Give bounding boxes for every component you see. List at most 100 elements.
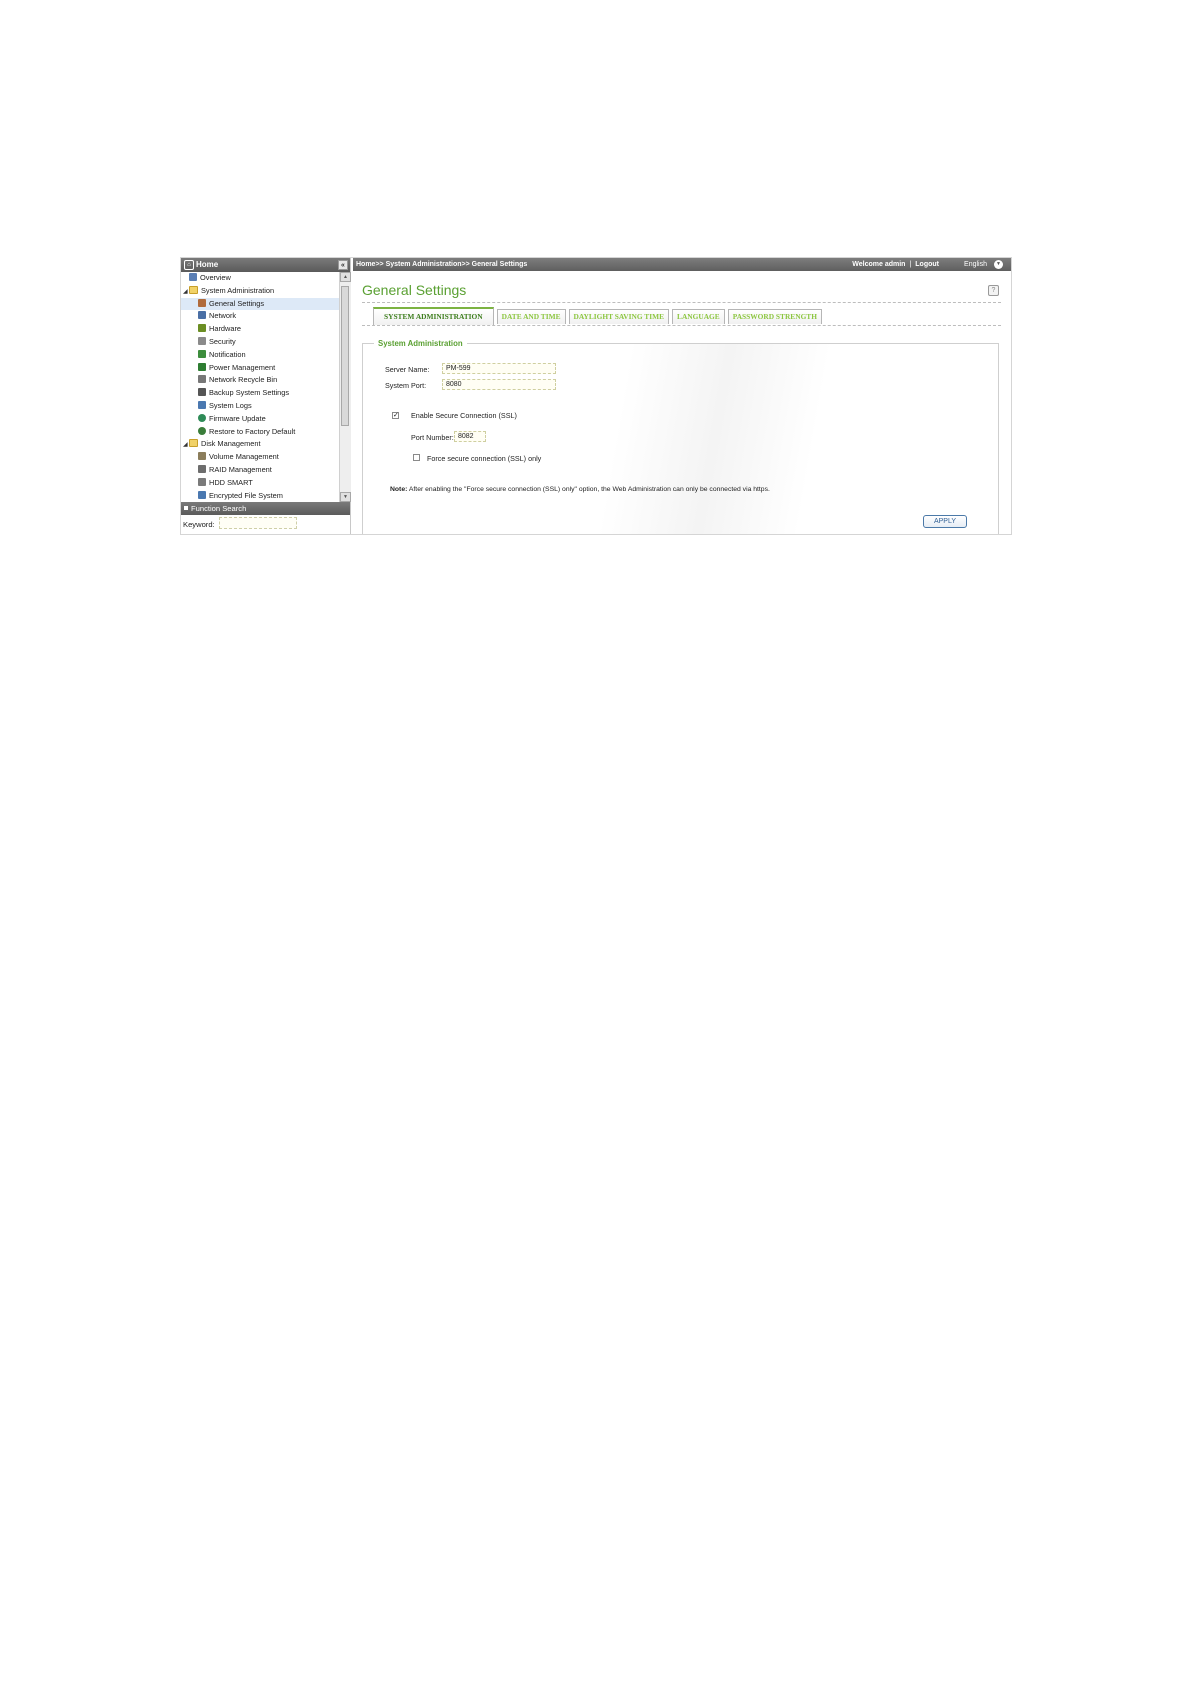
sidebar-item-label: General Settings <box>209 298 265 308</box>
sidebar-item-label: Hardware <box>209 324 242 334</box>
divider <box>362 302 1001 303</box>
settings-icon <box>198 298 206 307</box>
enable-ssl-label: Enable Secure Connection (SSL) <box>411 411 517 420</box>
server-name-label: Server Name: <box>385 365 430 374</box>
backup-icon <box>198 388 206 397</box>
power-icon <box>198 362 206 371</box>
scroll-down-icon[interactable]: ▼ <box>340 492 351 502</box>
nav-tree: Overview ◢ System Administration General … <box>181 272 339 502</box>
note-label: Note: <box>390 486 408 493</box>
sidebar-item-label: Restore to Factory Default <box>209 426 296 436</box>
note-body: After enabling the "Force secure connect… <box>408 486 770 493</box>
keyword-label: Keyword: <box>183 520 215 529</box>
sidebar-item-overview[interactable]: Overview <box>181 272 339 285</box>
notification-icon <box>198 349 206 358</box>
port-number-input[interactable]: 8082 <box>454 431 486 442</box>
top-bar: Home>> System Administration>> General S… <box>353 258 1011 271</box>
sidebar-item-security[interactable]: Security <box>181 336 339 349</box>
tab-password-strength[interactable]: PASSWORD STRENGTH <box>727 309 822 324</box>
recycle-bin-icon <box>198 375 206 384</box>
force-ssl-checkbox[interactable] <box>413 454 420 461</box>
separator: | <box>909 261 912 268</box>
scrollbar-thumb[interactable] <box>341 286 349 426</box>
sidebar-item-label: HDD SMART <box>209 477 253 487</box>
volume-icon <box>198 452 206 461</box>
sidebar-item-label: Backup System Settings <box>209 388 290 398</box>
sidebar-item-firmware-update[interactable]: Firmware Update <box>181 413 339 426</box>
network-icon <box>198 311 206 320</box>
server-name-input[interactable]: PM-599 <box>442 363 556 374</box>
tab-bar: SYSTEM ADMINISTRATION DATE AND TIME DAYLIG… <box>373 307 825 325</box>
tab-daylight-saving-time[interactable]: DAYLIGHT SAVING TIME <box>568 309 670 324</box>
nas-admin-window: ⌂ Home « Overview ◢ System Administration … <box>180 257 1012 535</box>
breadcrumb: Home>> System Administration>> General S… <box>356 261 528 268</box>
encrypted-fs-icon <box>198 490 206 499</box>
sidebar-item-system-administration[interactable]: ◢ System Administration <box>181 285 339 298</box>
logs-icon <box>198 400 206 409</box>
raid-icon <box>198 464 206 473</box>
overview-icon <box>189 273 197 281</box>
security-icon <box>198 336 206 345</box>
tab-language[interactable]: LANGUAGE <box>672 309 725 324</box>
home-icon: ⌂ <box>184 259 194 270</box>
sidebar-item-volume-management[interactable]: Volume Management <box>181 451 339 464</box>
sidebar-item-notification[interactable]: Notification <box>181 349 339 362</box>
sidebar-item-disk-management[interactable]: ◢ Disk Management <box>181 438 339 451</box>
restore-icon <box>198 426 206 435</box>
apply-button[interactable]: APPLY <box>923 515 967 528</box>
sidebar-item-system-logs[interactable]: System Logs <box>181 400 339 413</box>
sidebar-item-label: Encrypted File System <box>209 490 283 500</box>
sidebar-item-label: Disk Management <box>201 439 261 449</box>
collapse-sidebar-button[interactable]: « <box>338 260 348 270</box>
sidebar-item-label: RAID Management <box>209 464 272 474</box>
function-search-title: Function Search <box>191 504 247 513</box>
sidebar-item-encrypted-file-system[interactable]: Encrypted File System <box>181 490 339 502</box>
port-number-label: Port Number: <box>411 433 454 442</box>
enable-ssl-checkbox[interactable]: ✓ <box>392 412 399 419</box>
function-search-header: Function Search <box>181 502 350 515</box>
keyword-input[interactable] <box>219 517 297 529</box>
language-select[interactable]: English <box>964 258 987 271</box>
sidebar-item-label: Power Management <box>209 362 276 372</box>
hardware-icon <box>198 324 206 333</box>
bullet-icon <box>184 506 188 510</box>
sidebar-header: ⌂ Home « <box>181 258 350 272</box>
sidebar-item-raid-management[interactable]: RAID Management <box>181 464 339 477</box>
welcome-text: Welcome admin <box>852 261 906 268</box>
main-panel: Home>> System Administration>> General S… <box>353 258 1011 534</box>
sidebar-item-network-recycle-bin[interactable]: Network Recycle Bin <box>181 374 339 387</box>
sidebar-item-hdd-smart[interactable]: HDD SMART <box>181 477 339 490</box>
sidebar-item-label: Overview <box>200 273 231 282</box>
sidebar-item-label: Security <box>209 336 236 346</box>
page-title: General Settings <box>362 282 467 298</box>
sidebar-item-power-management[interactable]: Power Management <box>181 362 339 375</box>
chevron-down-icon[interactable]: ▼ <box>994 260 1003 269</box>
sidebar-item-restore-factory-default[interactable]: Restore to Factory Default <box>181 426 339 439</box>
sidebar-item-label: Network Recycle Bin <box>209 375 278 385</box>
divider <box>362 325 1001 326</box>
sidebar-item-backup-system-settings[interactable]: Backup System Settings <box>181 387 339 400</box>
scroll-up-icon[interactable]: ▲ <box>340 272 351 282</box>
system-port-label: System Port: <box>385 381 427 390</box>
sidebar-item-label: System Administration <box>201 285 275 295</box>
sidebar-item-hardware[interactable]: Hardware <box>181 323 339 336</box>
sidebar-item-label: Notification <box>209 349 246 359</box>
sidebar-item-label: Network <box>209 311 237 321</box>
system-port-input[interactable]: 8080 <box>442 379 556 390</box>
firmware-icon <box>198 413 206 422</box>
help-icon[interactable]: ? <box>988 285 999 296</box>
folder-icon <box>189 285 198 294</box>
left-panel: ⌂ Home « Overview ◢ System Administration … <box>181 258 351 534</box>
sidebar-item-label: Firmware Update <box>209 413 266 423</box>
sidebar-scrollbar[interactable]: ▲ ▼ <box>339 272 351 502</box>
folder-icon <box>189 439 198 448</box>
force-ssl-label: Force secure connection (SSL) only <box>427 454 542 463</box>
sidebar-item-general-settings[interactable]: General Settings <box>181 297 339 311</box>
sidebar-item-network[interactable]: Network <box>181 310 339 323</box>
tab-system-administration[interactable]: SYSTEM ADMINISTRATION <box>373 307 494 325</box>
sidebar-item-label: System Logs <box>209 400 252 410</box>
tab-date-and-time[interactable]: DATE AND TIME <box>496 309 566 324</box>
system-administration-group: System Administration Server Name: PM-59… <box>362 339 999 534</box>
logout-link[interactable]: Logout <box>915 261 939 268</box>
note-text: Note: After enabling the "Force secure c… <box>390 486 770 493</box>
